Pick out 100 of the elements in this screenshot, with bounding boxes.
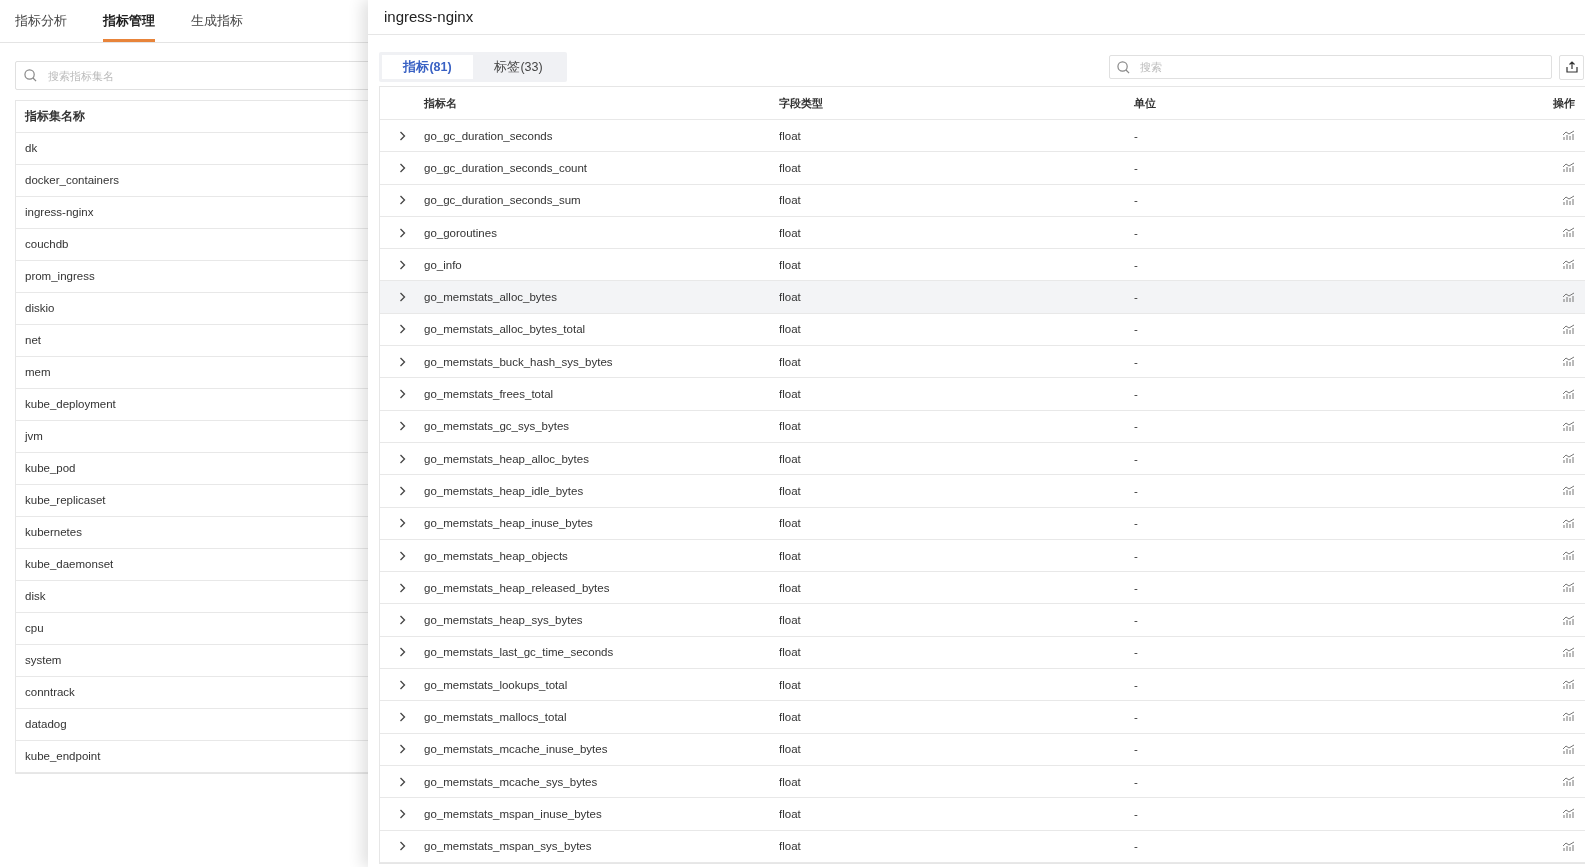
chevron-right-icon[interactable] bbox=[398, 647, 406, 658]
chart-icon[interactable] bbox=[1562, 776, 1575, 788]
table-cell-text: go_info bbox=[424, 258, 463, 271]
chart-icon[interactable] bbox=[1562, 582, 1575, 594]
chart-icon[interactable] bbox=[1562, 840, 1575, 852]
chart-icon[interactable] bbox=[1562, 291, 1575, 303]
table-cell-text: float bbox=[779, 549, 802, 562]
chevron-right-icon[interactable] bbox=[398, 324, 406, 335]
table-cell-text: go_goroutines bbox=[424, 226, 498, 239]
table-cell-text: float bbox=[779, 614, 802, 627]
chevron-right-icon[interactable] bbox=[398, 259, 406, 270]
table-cell-text: - bbox=[1134, 388, 1139, 400]
export-button[interactable] bbox=[1559, 54, 1584, 80]
chart-icon[interactable] bbox=[1562, 614, 1575, 626]
table-cell-text: - bbox=[1134, 581, 1139, 594]
table-cell-text: go_memstats_mcache_inuse_bytes bbox=[424, 743, 609, 756]
chevron-right-icon[interactable] bbox=[398, 162, 406, 173]
chart-icon[interactable] bbox=[1562, 388, 1575, 400]
chevron-right-icon[interactable] bbox=[398, 292, 406, 303]
chevron-right-icon[interactable] bbox=[398, 485, 406, 496]
chevron-right-icon[interactable] bbox=[398, 615, 406, 626]
table-cell-text: float bbox=[779, 291, 802, 304]
chevron-right-icon[interactable] bbox=[398, 712, 406, 722]
table-cell-text: float bbox=[779, 807, 802, 820]
search-field[interactable]: 搜索指标集名 bbox=[15, 61, 368, 90]
table-cell-text: go_memstats_heap_sys_bytes bbox=[424, 614, 584, 627]
chart-icon[interactable] bbox=[1562, 453, 1575, 465]
nav-tab[interactable]: 生成指标 bbox=[191, 0, 243, 42]
search-field[interactable]: 搜索 bbox=[1109, 55, 1552, 79]
table-cell-text: - bbox=[1134, 711, 1139, 723]
chevron-right-icon[interactable] bbox=[398, 453, 406, 464]
table-cell-text: - bbox=[1134, 323, 1139, 336]
table-cell-text: float bbox=[779, 452, 802, 465]
chart-icon[interactable] bbox=[1562, 517, 1575, 529]
chart-icon[interactable] bbox=[1562, 743, 1575, 755]
chart-icon[interactable] bbox=[1562, 485, 1575, 497]
search-icon bbox=[1117, 60, 1130, 74]
chart-icon[interactable] bbox=[1562, 227, 1575, 239]
chart-icon[interactable] bbox=[1562, 130, 1575, 142]
chevron-right-icon[interactable] bbox=[398, 776, 406, 787]
table-cell-text: go_memstats_heap_alloc_bytes bbox=[424, 452, 590, 465]
table-cell-text: - bbox=[1134, 743, 1139, 756]
table-cell-text: go_memstats_heap_inuse_bytes bbox=[424, 517, 594, 530]
chart-icon[interactable] bbox=[1562, 259, 1575, 271]
chart-icon[interactable] bbox=[1562, 323, 1575, 335]
table-cell-text: - bbox=[1134, 807, 1139, 820]
chevron-right-icon[interactable] bbox=[398, 582, 406, 593]
chart-icon[interactable] bbox=[1562, 420, 1575, 432]
table-cell-text: float bbox=[779, 388, 802, 400]
chevron-right-icon[interactable] bbox=[398, 841, 406, 852]
table-cell-text: float bbox=[779, 581, 802, 594]
table-cell-text: float bbox=[779, 678, 802, 691]
table-cell-text: go_memstats_heap_idle_bytes bbox=[424, 484, 585, 497]
chevron-right-icon[interactable] bbox=[398, 808, 406, 819]
chevron-right-icon[interactable] bbox=[398, 550, 406, 561]
highlighted-row[interactable]: go_memstats_alloc_bytes float - bbox=[380, 281, 1585, 314]
table-cell-text: go_memstats_alloc_bytes_total bbox=[424, 323, 587, 336]
table-cell-text: - bbox=[1134, 840, 1139, 853]
table-cell-text: go_gc_duration_seconds_count bbox=[424, 161, 589, 174]
nav-tab[interactable]: 指标管理 bbox=[103, 0, 155, 42]
chart-icon[interactable] bbox=[1562, 711, 1575, 723]
chart-icon[interactable] bbox=[1562, 808, 1575, 820]
table-cell-text: - bbox=[1134, 355, 1139, 368]
table-cell-text: - bbox=[1134, 420, 1139, 433]
chevron-right-icon[interactable] bbox=[398, 679, 406, 690]
table-cell-text: float bbox=[779, 194, 802, 207]
table-cell-text: go_memstats_buck_hash_sys_bytes bbox=[424, 355, 614, 368]
table-cell-text: float bbox=[779, 258, 802, 271]
chart-icon[interactable] bbox=[1562, 162, 1575, 174]
column-header: 字段类型 bbox=[779, 95, 824, 111]
table-cell-text: - bbox=[1134, 484, 1139, 497]
search-icon bbox=[24, 69, 37, 82]
chart-icon[interactable] bbox=[1562, 646, 1575, 658]
tab[interactable]: 指标(81) bbox=[382, 55, 473, 79]
chevron-right-icon[interactable] bbox=[398, 518, 406, 529]
table-cell-text: float bbox=[779, 129, 802, 142]
chevron-right-icon[interactable] bbox=[398, 227, 406, 238]
table-cell-text: - bbox=[1134, 226, 1139, 239]
table-cell-text: go_memstats_heap_released_bytes bbox=[424, 581, 611, 594]
table-cell-text: go_gc_duration_seconds_sum bbox=[424, 194, 582, 207]
chevron-right-icon[interactable] bbox=[398, 195, 406, 206]
chevron-right-icon[interactable] bbox=[398, 130, 406, 141]
chevron-right-icon[interactable] bbox=[398, 389, 406, 399]
chart-icon[interactable] bbox=[1562, 194, 1575, 206]
table-cell-text: - bbox=[1134, 775, 1139, 788]
table-cell-text: float bbox=[779, 743, 802, 756]
tab[interactable]: 标签(33) bbox=[473, 55, 564, 79]
table-cell-text: - bbox=[1134, 678, 1139, 691]
chart-icon[interactable] bbox=[1562, 356, 1575, 368]
chevron-right-icon[interactable] bbox=[398, 744, 406, 755]
table-cell-text: float bbox=[779, 323, 802, 336]
table-cell-text: go_memstats_gc_sys_bytes bbox=[424, 420, 571, 433]
table-cell-text: go_memstats_mspan_sys_bytes bbox=[424, 840, 593, 853]
table-cell-text: - bbox=[1134, 258, 1139, 271]
table-cell-text: go_memstats_mcache_sys_bytes bbox=[424, 775, 599, 788]
chart-icon[interactable] bbox=[1562, 550, 1575, 561]
nav-tab[interactable]: 指标分析 bbox=[15, 0, 67, 42]
chevron-right-icon[interactable] bbox=[398, 421, 406, 432]
chart-icon[interactable] bbox=[1562, 679, 1575, 691]
chevron-right-icon[interactable] bbox=[398, 356, 406, 367]
